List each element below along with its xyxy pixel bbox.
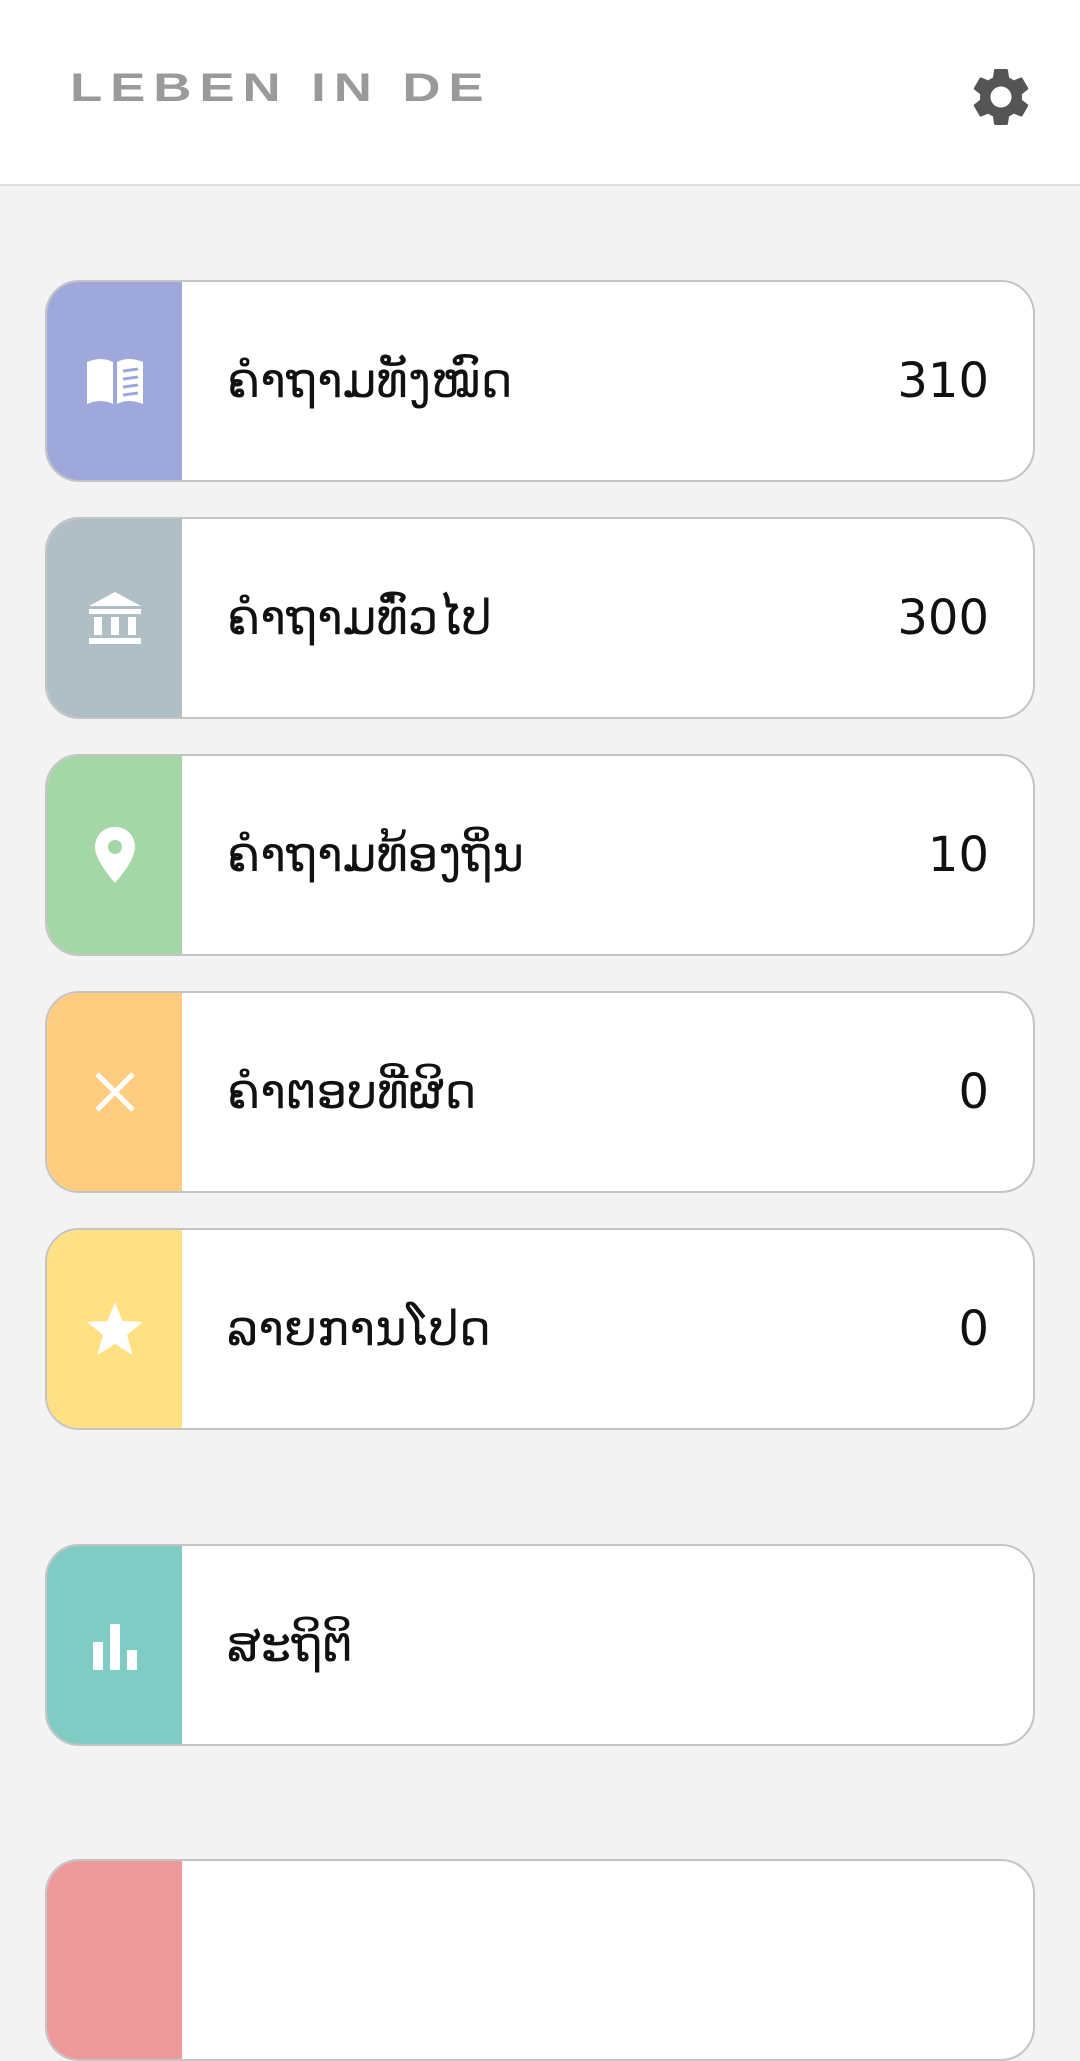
card-count: 0 xyxy=(958,1301,989,1357)
favorites-card[interactable]: ລາຍການໂປດ 0 xyxy=(45,1228,1035,1430)
card-label: ຄຳຖາມທ້ອງຖິ່ນ xyxy=(227,827,524,883)
statistics-card[interactable]: ສະຖິຕິ xyxy=(45,1544,1035,1746)
card-icon-stripe xyxy=(47,1546,182,1744)
card-count: 310 xyxy=(897,353,989,409)
settings-button[interactable] xyxy=(966,62,1036,132)
card-label: ສະຖິຕິ xyxy=(227,1617,353,1673)
card-count: 0 xyxy=(958,1064,989,1120)
local-questions-card[interactable]: ຄຳຖາມທ້ອງຖິ່ນ 10 xyxy=(45,754,1035,956)
card-label: ຄຳຖາມທັງໝົດ xyxy=(227,353,513,409)
close-icon xyxy=(94,1072,135,1112)
star-icon xyxy=(86,1302,143,1355)
wrong-answers-card[interactable]: ຄຳຕອບທີ່ຜິດ 0 xyxy=(45,991,1035,1193)
card-label: ຄຳຖາມທົ່ວໄປ xyxy=(227,590,492,646)
card-icon-stripe xyxy=(47,1230,182,1428)
card-label: ລາຍການໂປດ xyxy=(227,1301,491,1357)
card-count: 300 xyxy=(897,590,989,646)
book-icon xyxy=(86,359,143,404)
partial-card[interactable] xyxy=(45,1859,1035,2061)
card-icon-stripe xyxy=(47,282,182,480)
bank-icon xyxy=(88,592,141,644)
location-pin-icon xyxy=(94,827,135,883)
app-title: LEBEN IN DE xyxy=(70,66,492,110)
app-bar: LEBEN IN DE xyxy=(0,0,1080,186)
all-questions-card[interactable]: ຄຳຖາມທັງໝົດ 310 xyxy=(45,280,1035,482)
card-icon-stripe xyxy=(47,519,182,717)
card-icon-stripe xyxy=(47,756,182,954)
card-icon-stripe xyxy=(47,993,182,1191)
card-icon-stripe xyxy=(47,1861,182,2059)
card-count: 10 xyxy=(927,827,989,883)
bar-chart-icon xyxy=(92,1624,137,1670)
general-questions-card[interactable]: ຄຳຖາມທົ່ວໄປ 300 xyxy=(45,517,1035,719)
card-label: ຄຳຕອບທີ່ຜິດ xyxy=(227,1064,477,1120)
gear-icon xyxy=(973,68,1029,125)
